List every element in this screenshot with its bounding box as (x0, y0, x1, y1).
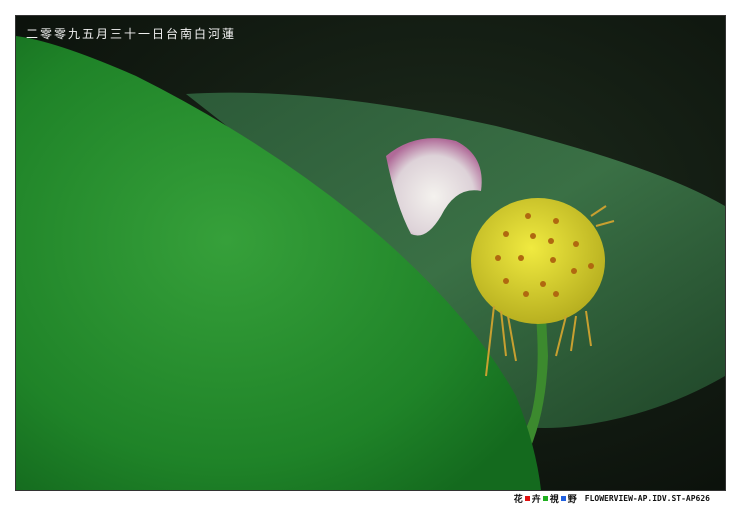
brand-char: 野 (567, 495, 577, 505)
brand-char: 視 (549, 495, 559, 505)
blue-square-icon (560, 496, 566, 501)
watermark-credit: 花 卉 視 野 FLOWERVIEW-AP.IDV.ST-AP626 (514, 492, 710, 505)
lotus-seed-pod (471, 198, 605, 324)
brand-char: 卉 (531, 495, 541, 505)
photo-caption: 二零零九五月三十一日台南白河蓮 (26, 27, 237, 41)
green-square-icon (542, 496, 548, 501)
red-square-icon (524, 496, 530, 501)
lotus-photo-illustration (16, 16, 725, 490)
brand-char: 花 (513, 495, 523, 505)
site-text: FLOWERVIEW-AP.IDV.ST-AP626 (584, 494, 710, 503)
photo: 二零零九五月三十一日台南白河蓮 (15, 15, 726, 491)
